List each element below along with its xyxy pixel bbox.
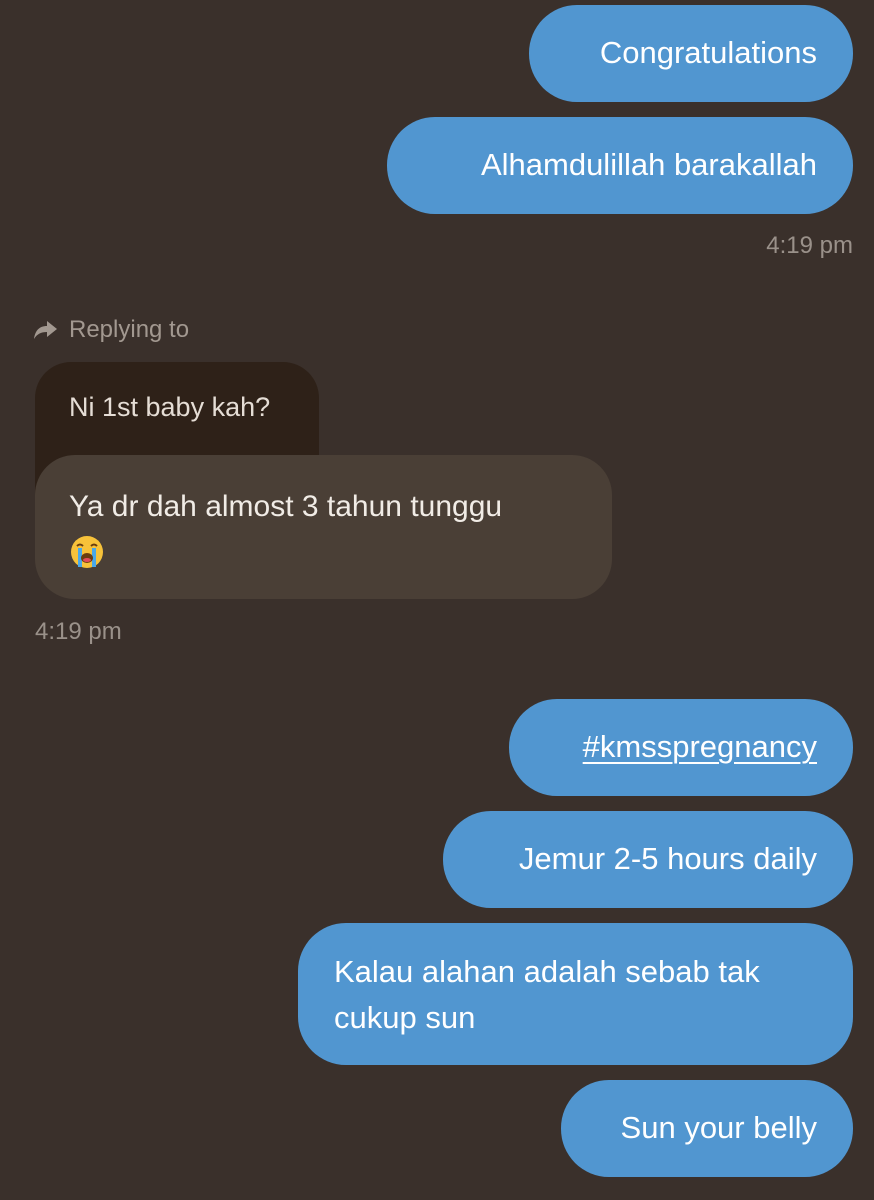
message-timestamp: 4:19 pm [35,618,122,645]
quoted-message-text: Ni 1st baby kah? [69,392,271,422]
message-text: Kalau alahan adalah sebab tak cukup sun [334,954,760,1035]
message-text: Alhamdulillah barakallah [480,147,817,182]
hashtag-link[interactable]: #kmsspregnancy [583,729,817,764]
message-bubble-sent[interactable]: #kmsspregnancy [509,699,853,796]
message-text: Sun your belly [620,1110,817,1145]
message-bubble-sent[interactable]: Jemur 2-5 hours daily [443,811,853,908]
message-text: Congratulations [599,35,817,70]
message-bubble-received[interactable]: Ya dr dah almost 3 tahun tunggu [35,455,612,599]
message-text: Ya dr dah almost 3 tahun tunggu [69,490,503,523]
replying-to-label: Replying to [69,316,190,343]
message-bubble-sent[interactable]: Congratulations [529,5,853,102]
message-timestamp: 4:19 pm [766,232,853,259]
message-bubble-sent[interactable]: Sun your belly [561,1080,853,1177]
message-bubble-sent[interactable]: Alhamdulillah barakallah [387,117,853,214]
reply-arrow-icon [34,321,57,339]
loudly-crying-face-icon [71,536,103,569]
replying-to-indicator: Replying to [33,316,189,344]
message-bubble-sent[interactable]: Kalau alahan adalah sebab tak cukup sun [298,923,853,1065]
message-text: Jemur 2-5 hours daily [518,841,817,876]
